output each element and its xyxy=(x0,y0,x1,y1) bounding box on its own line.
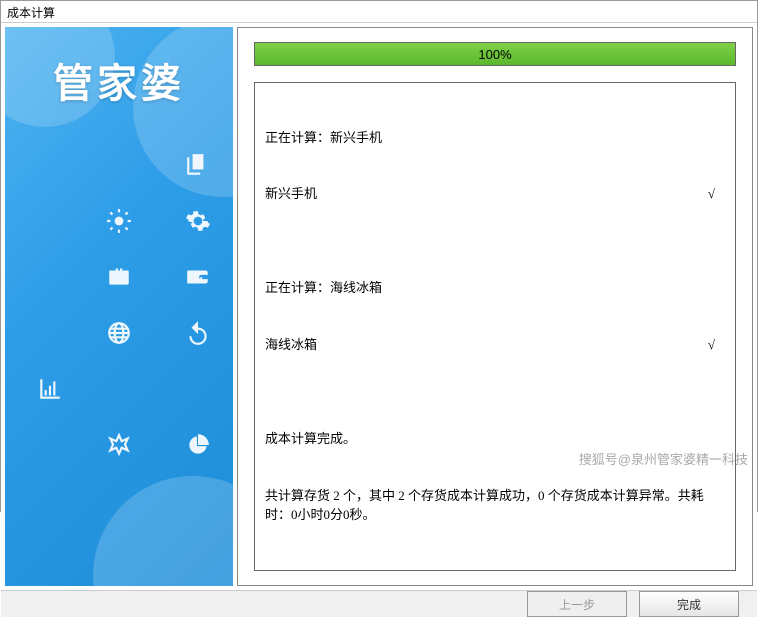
log-line: 正在计算：海线冰箱 xyxy=(265,279,725,298)
log-status-ok: √ xyxy=(708,185,725,204)
empty-slot xyxy=(105,151,133,179)
cost-calc-window: 成本计算 管家婆 xyxy=(0,0,758,512)
empty-slot xyxy=(105,375,133,403)
sidebar-icon-grid xyxy=(5,137,233,576)
log-status-ok: √ xyxy=(708,336,725,355)
undo-icon xyxy=(184,319,212,347)
log-summary: 成本计算完成。 xyxy=(265,430,725,449)
pie-chart-icon xyxy=(184,431,212,459)
finish-button[interactable]: 完成 xyxy=(639,591,739,617)
brand-logo-text: 管家婆 xyxy=(5,51,233,109)
sidebar: 管家婆 xyxy=(5,27,233,586)
briefcase-icon xyxy=(105,263,133,291)
log-line: 海线冰箱 √ xyxy=(265,336,725,355)
calculation-log: 正在计算：新兴手机 新兴手机 √ 正在计算：海线冰箱 海线冰箱 √ 成本计算完成… xyxy=(254,82,736,571)
content-area: 管家婆 xyxy=(1,23,757,590)
log-summary: 共计算存货 2 个，其中 2 个存货成本计算成功，0 个存货成本计算异常。共耗时… xyxy=(265,487,725,525)
wallet-icon xyxy=(184,263,212,291)
documents-icon xyxy=(184,151,212,179)
button-bar: 上一步 完成 xyxy=(1,590,757,617)
empty-slot xyxy=(36,319,64,347)
log-item-name: 新兴手机 xyxy=(265,185,317,204)
progress-label: 100% xyxy=(255,43,735,65)
log-item-name: 海线冰箱 xyxy=(265,336,317,355)
star-icon xyxy=(105,431,133,459)
empty-slot xyxy=(36,263,64,291)
empty-slot xyxy=(36,431,64,459)
progress-bar: 100% xyxy=(254,42,736,66)
empty-slot xyxy=(36,207,64,235)
gear-icon xyxy=(184,207,212,235)
prev-button: 上一步 xyxy=(527,591,627,617)
main-panel: 100% 正在计算：新兴手机 新兴手机 √ 正在计算：海线冰箱 海线冰箱 √ 成… xyxy=(237,27,753,586)
empty-slot xyxy=(36,151,64,179)
window-title: 成本计算 xyxy=(1,1,757,23)
log-line: 正在计算：新兴手机 xyxy=(265,129,725,148)
globe-icon xyxy=(105,319,133,347)
bar-chart-icon xyxy=(36,375,64,403)
empty-slot xyxy=(174,375,202,403)
sun-icon xyxy=(105,207,133,235)
log-line: 新兴手机 √ xyxy=(265,185,725,204)
